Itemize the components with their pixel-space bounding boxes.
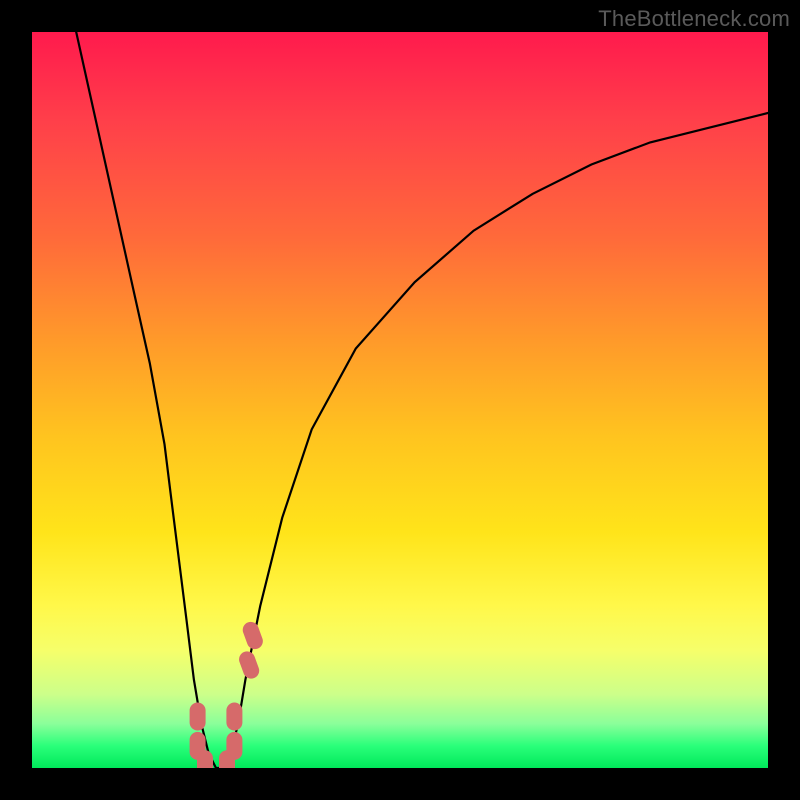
- chart-canvas: [32, 32, 768, 768]
- marker-point: [226, 732, 242, 760]
- curve-bottleneck-curve: [76, 32, 768, 768]
- marker-point: [240, 620, 265, 652]
- chart-frame: TheBottleneck.com: [0, 0, 800, 800]
- plot-area: [32, 32, 768, 768]
- marker-point: [226, 703, 242, 731]
- marker-point: [237, 649, 262, 681]
- marker-point: [197, 750, 213, 768]
- marker-point: [190, 703, 206, 731]
- watermark-label: TheBottleneck.com: [598, 6, 790, 32]
